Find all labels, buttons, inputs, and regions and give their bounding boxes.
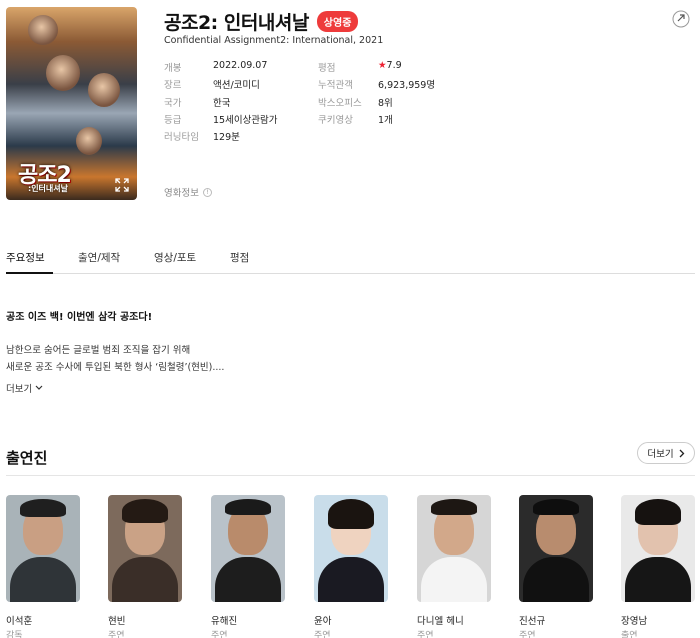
more-label: 더보기 (647, 449, 674, 460)
cast-photo (417, 495, 491, 602)
detail-value: 6,923,959명 (378, 80, 436, 91)
detail-value: 액션/코미디 (213, 80, 260, 91)
tab-cast-crew[interactable]: 출연/제작 (78, 250, 120, 265)
movie-info-link[interactable]: 영화정보 ! (164, 185, 212, 199)
active-tab-indicator (6, 272, 53, 274)
detail-value: 한국 (213, 98, 231, 109)
poster-face (88, 73, 120, 107)
cast-role: 출연 (621, 631, 638, 638)
detail-label: 박스오피스 (318, 98, 362, 109)
title-row: 공조2: 인터내셔날 상영중 (164, 8, 359, 35)
tab-video-photo[interactable]: 영상/포토 (154, 250, 196, 265)
cast-photo (6, 495, 80, 602)
detail-label: 국가 (164, 98, 182, 109)
cast-photo (519, 495, 593, 602)
synopsis-more-button[interactable]: 더보기 (6, 381, 43, 395)
cast-card[interactable]: 진선규 주연 (519, 495, 593, 638)
status-badge: 상영중 (316, 11, 359, 32)
detail-label: 장르 (164, 80, 182, 91)
cast-name: 유해진 (211, 616, 238, 627)
divider (6, 475, 695, 476)
expand-icon[interactable] (115, 178, 129, 192)
detail-value: 129분 (213, 132, 240, 143)
cast-name: 장영남 (621, 616, 648, 627)
cast-photo (211, 495, 285, 602)
detail-label: 러닝타임 (164, 132, 199, 143)
cast-name: 윤아 (314, 616, 332, 627)
cast-card[interactable]: 장영남 출연 (621, 495, 695, 638)
chevron-down-icon (35, 385, 43, 390)
synopsis-text: 남한으로 숨어든 글로벌 범죄 조직을 잡기 위해 (6, 345, 191, 356)
share-icon[interactable] (672, 10, 690, 28)
movie-info-label: 영화정보 (164, 188, 199, 199)
detail-value: 15세이상관람가 (213, 115, 278, 126)
cast-name: 다니엘 헤니 (417, 616, 464, 627)
cast-card[interactable]: 이석훈 감독 (6, 495, 80, 638)
cast-photo (314, 495, 388, 602)
cast-name: 이석훈 (6, 616, 33, 627)
synopsis-headline: 공조 이즈 백! 이번엔 삼각 공조다! (6, 312, 153, 323)
detail-label: 등급 (164, 115, 182, 126)
detail-label: 평점 (318, 63, 336, 74)
cast-role: 감독 (6, 631, 23, 638)
cast-more-button[interactable]: 더보기 (637, 442, 695, 464)
cast-card[interactable]: 윤아 주연 (314, 495, 388, 638)
cast-role: 주연 (417, 631, 434, 638)
cast-role: 주연 (108, 631, 125, 638)
tab-main-info[interactable]: 주요정보 (6, 250, 45, 265)
cast-role: 주연 (519, 631, 536, 638)
cast-photo (108, 495, 182, 602)
cast-role: 주연 (211, 631, 228, 638)
original-title: Confidential Assignment2: International,… (164, 35, 384, 46)
cast-name: 현빈 (108, 616, 126, 627)
detail-label: 개봉 (164, 63, 182, 74)
more-label: 더보기 (6, 384, 33, 395)
tab-reviews[interactable]: 평점 (230, 250, 249, 265)
detail-value: 8위 (378, 98, 393, 109)
poster-face (76, 127, 102, 155)
cast-card[interactable]: 현빈 주연 (108, 495, 182, 638)
cast-card[interactable]: 다니엘 헤니 주연 (417, 495, 491, 638)
cast-name: 진선규 (519, 616, 546, 627)
tab-bar: 주요정보 출연/제작 영상/포토 평점 (6, 240, 695, 274)
detail-label: 누적관객 (318, 80, 353, 91)
movie-title: 공조2: 인터내셔날 (164, 12, 309, 34)
cast-role: 주연 (314, 631, 331, 638)
cast-photo (621, 495, 695, 602)
cast-heading: 출연진 (6, 449, 48, 467)
poster-face (28, 15, 58, 45)
star-icon: ★ (378, 60, 387, 71)
chevron-right-icon (679, 449, 685, 457)
poster-subtitle-art: :인터내셔날 (28, 184, 68, 193)
score-value: 7.9 (386, 60, 402, 71)
detail-label: 쿠키영상 (318, 115, 353, 126)
detail-value: ★7.9 (378, 60, 402, 71)
cast-card[interactable]: 유해진 주연 (211, 495, 285, 638)
detail-value: 2022.09.07 (213, 60, 268, 71)
info-icon: ! (202, 187, 212, 197)
movie-poster[interactable]: 공조2 :인터내셔날 (6, 7, 137, 200)
poster-face (46, 55, 80, 91)
synopsis-text: 새로운 공조 수사에 투입된 북한 형사 ‘림철령’(현빈).... (6, 362, 225, 373)
detail-value: 1개 (378, 115, 393, 126)
